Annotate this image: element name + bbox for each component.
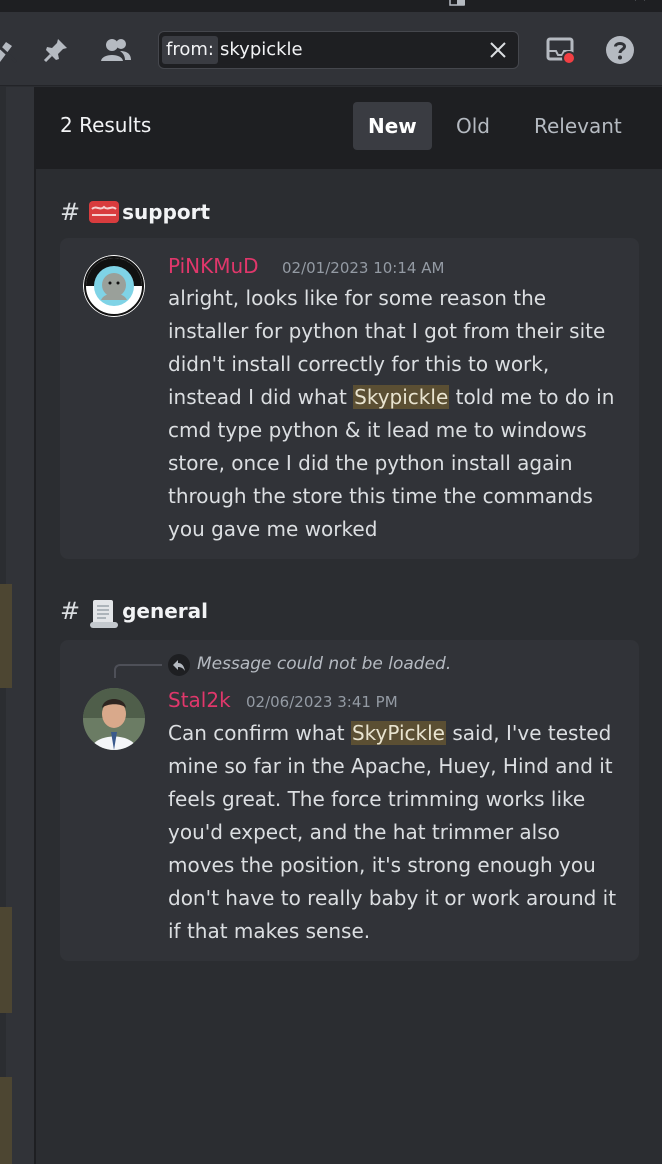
message-timestamp: 02/01/2023 10:14 AM [282, 259, 445, 277]
result-count: 2 Results [60, 113, 152, 137]
highlighted-message-strip [0, 907, 12, 1013]
help-icon[interactable] [604, 34, 636, 66]
results-header: 2 Results New Old Relevant [36, 87, 662, 169]
clear-search-icon[interactable] [486, 38, 510, 62]
threads-icon[interactable] [0, 34, 20, 66]
channel-hash-icon: # [60, 597, 81, 625]
highlighted-message-strip [0, 584, 12, 688]
support-banner-icon [88, 199, 120, 225]
chat-column [0, 87, 36, 1164]
avatar[interactable] [83, 255, 145, 317]
message-author[interactable]: Stal2k [168, 688, 231, 712]
channel-name: support [122, 200, 211, 224]
message-content: Can confirm what SkyPickle said, I've te… [168, 721, 617, 943]
maximize-icon[interactable] [592, 0, 606, 10]
search-highlight: SkyPickle [350, 721, 446, 745]
channel-link-support[interactable]: # support [60, 198, 210, 226]
close-window-icon[interactable] [634, 0, 648, 10]
reply-arrow-icon [168, 654, 190, 676]
search-input[interactable]: skypickle [220, 36, 303, 64]
reply-connector [114, 664, 162, 678]
channel-hash-icon: # [60, 198, 81, 226]
search-bar[interactable]: from: skypickle [158, 31, 519, 69]
sort-tab-old[interactable]: Old [441, 102, 505, 150]
channel-toolbar: from: skypickle [0, 12, 662, 86]
sort-tab-relevant[interactable]: Relevant [519, 102, 637, 150]
message-author[interactable]: PiNKMuD [168, 254, 259, 278]
avatar[interactable] [83, 688, 145, 750]
scroll-icon [88, 598, 120, 628]
search-result-message[interactable]: Message could not be loaded. Stal2k 02/0… [60, 640, 639, 961]
search-results-panel: 2 Results New Old Relevant # support PiN… [36, 87, 662, 1164]
reply-unavailable-text: Message could not be loaded. [197, 654, 452, 674]
message-timestamp: 02/06/2023 3:41 PM [246, 693, 398, 711]
search-result-message[interactable]: PiNKMuD 02/01/2023 10:14 AM alright, loo… [60, 238, 639, 559]
sort-tab-new[interactable]: New [353, 102, 432, 150]
search-filter-chip[interactable]: from: [162, 36, 218, 64]
message-content: alright, looks like for some reason the … [168, 286, 615, 541]
window-titlebar [0, 0, 662, 12]
results-scrollbar[interactable] [652, 169, 662, 1164]
members-icon[interactable] [100, 34, 132, 66]
inbox-icon[interactable] [545, 34, 577, 66]
channel-link-general[interactable]: # general [60, 597, 209, 628]
channel-name: general [122, 599, 209, 623]
search-highlight: Skypickle [353, 385, 450, 409]
pin-icon[interactable] [40, 34, 72, 66]
highlighted-message-strip [0, 1077, 12, 1164]
